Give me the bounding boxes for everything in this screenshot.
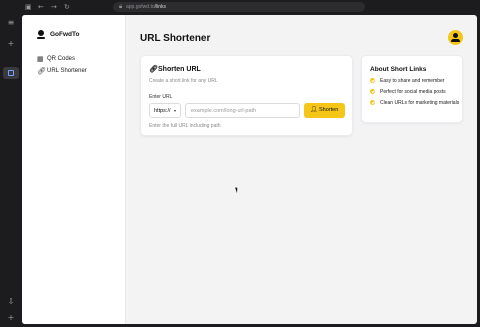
card-title: 🔗︎Shorten URL [149,65,201,73]
check-icon [370,100,375,105]
browser-titlebar: ▣ ← → ↻ 🔒︎ app.gofwd.to/links [0,0,480,15]
sidebar-item-label: QR Codes [47,56,76,62]
address-text: app.gofwd.to/links [126,4,166,10]
user-avatar[interactable] [448,30,463,45]
url-input[interactable] [185,103,300,118]
check-icon [370,89,375,94]
protocol-select[interactable]: https:// ▾ [149,103,181,118]
link-icon: 🔗︎ [149,65,158,73]
sidebar-toggle-icon[interactable]: ▣ [25,4,32,11]
active-tab-favicon[interactable] [3,67,19,79]
add-icon[interactable]: + [6,314,16,322]
app-window: GoFwdTo ▦ QR Codes 🔗︎ URL Shortener URL … [22,15,477,324]
feature-text: Clean URLs for marketing materials [380,100,460,106]
shorten-button[interactable]: 👤︎ Shorten [304,103,345,118]
card-subtitle: Create a short link for any URL [149,78,218,84]
user-plus-icon: 👤︎ [310,106,318,113]
brand-logo-icon [37,30,45,40]
url-host: app.gofwd.to [126,4,155,10]
address-bar[interactable]: 🔒︎ app.gofwd.to/links [113,2,365,12]
check-icon [370,78,375,83]
card-title-text: Shorten URL [158,66,201,73]
page-title: URL Shortener [140,33,211,44]
url-hint: Enter the full URL including path [149,123,221,129]
shorten-url-card: 🔗︎Shorten URL Create a short link for an… [140,55,353,136]
back-icon[interactable]: ← [38,4,44,11]
sidebar-item-label: URL Shortener [47,68,87,74]
feature-text: Easy to share and remember [380,78,445,84]
link-icon: 🔗︎ [37,67,46,75]
qr-code-icon: ▦ [37,55,44,63]
chevron-down-icon: ▾ [174,108,177,113]
protocol-value: https:// [154,108,171,114]
user-icon [453,33,458,38]
shorten-button-label: Shorten [319,107,339,113]
forward-icon[interactable]: → [51,4,57,11]
about-short-links-card: About Short Links Easy to share and reme… [361,55,463,123]
sidebar: GoFwdTo ▦ QR Codes 🔗︎ URL Shortener [22,15,126,324]
browser-rail: ≡ + ⇩ + [0,15,22,327]
brand-name: GoFwdTo [50,31,80,38]
menu-icon[interactable]: ≡ [6,19,16,27]
download-icon[interactable]: ⇩ [6,298,16,306]
reload-icon[interactable]: ↻ [64,4,70,11]
about-title: About Short Links [370,66,427,73]
lock-icon: 🔒︎ [119,3,123,10]
feature-text: Perfect for social media posts [380,89,446,95]
url-path: /links [154,4,167,10]
url-field-label: Enter URL [149,94,173,100]
main-content: URL Shortener 🔗︎Shorten URL Create a sho… [126,15,477,324]
new-tab-icon[interactable]: + [6,40,16,48]
tab-icon [8,70,14,76]
